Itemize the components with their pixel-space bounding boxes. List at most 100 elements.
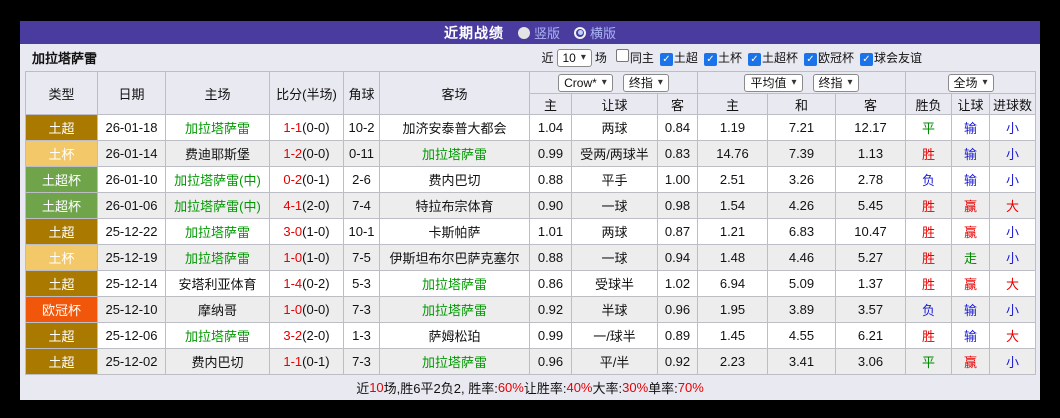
checkbox-icon[interactable]: ✓ — [747, 53, 761, 66]
home-team-link[interactable]: 加拉塔萨雷(中) — [165, 192, 270, 219]
away-team-link[interactable]: 费内巴切 — [379, 166, 530, 193]
checkbox-label: 欧冠杯 — [817, 51, 854, 65]
corner-cell: 7-4 — [343, 192, 380, 219]
away-team-link[interactable]: 特拉布宗体育 — [379, 192, 530, 219]
results-tbody: 土超 26-01-18 加拉塔萨雷 1-1(0-0) 10-2 加济安泰普大都会… — [25, 114, 1037, 375]
away-team-link[interactable]: 伊斯坦布尔巴萨克塞尔 — [379, 244, 530, 271]
date-cell: 25-12-19 — [97, 244, 166, 271]
summary-stat-value: 70% — [677, 380, 704, 395]
col-header-date: 日期 — [97, 71, 166, 115]
goals-result-cell: 小 — [989, 140, 1037, 167]
home-team-link[interactable]: 加拉塔萨雷 — [165, 244, 270, 271]
away-team-link[interactable]: 萨姆松珀 — [379, 322, 530, 349]
table-row: 欧冠杯 25-12-10 摩纳哥 1-0(0-0) 7-3 加拉塔萨雷 0.92… — [25, 296, 1037, 323]
handicap-result-cell: 走 — [951, 244, 991, 271]
corner-cell: 5-3 — [343, 270, 380, 297]
checkbox-icon[interactable]: ✓ — [803, 53, 817, 66]
checkbox-icon[interactable]: ✓ — [659, 53, 673, 66]
fulltime-score: 3-2 — [283, 328, 303, 343]
col-header-asia-home: 主 — [529, 93, 572, 115]
away-team-link[interactable]: 加拉塔萨雷 — [379, 270, 530, 297]
home-team-link[interactable]: 加拉塔萨雷(中) — [165, 166, 270, 193]
scope-select[interactable]: 全场 ▾ — [947, 73, 994, 92]
fulltime-score: 1-4 — [283, 276, 303, 291]
chevron-down-icon: ▾ — [982, 76, 988, 88]
halftime-score: (0-0) — [302, 302, 330, 317]
away-team-link[interactable]: 加济安泰普大都会 — [379, 114, 530, 141]
date-cell: 26-01-06 — [97, 192, 166, 219]
summary-text: 让胜率: — [523, 381, 567, 396]
recent-count-select[interactable]: 10 ▾ — [556, 48, 592, 67]
home-team-link[interactable]: 费迪耶斯堡 — [165, 140, 270, 167]
home-team-link[interactable]: 摩纳哥 — [165, 296, 270, 323]
col-header-handicap-result: 让球 — [951, 93, 991, 115]
away-team-link[interactable]: 加拉塔萨雷 — [379, 296, 530, 323]
europe-odds-source-select[interactable]: 平均值 ▾ — [744, 73, 803, 92]
asia-home-odds: 0.88 — [529, 244, 572, 271]
europe-draw-odds: 7.21 — [767, 114, 836, 141]
handicap-result-cell: 赢 — [951, 348, 991, 375]
asia-handicap: 受球半 — [571, 270, 658, 297]
competition-badge: 土超 — [25, 270, 98, 297]
asia-handicap: 两球 — [571, 218, 658, 245]
asia-odds-source-select[interactable]: Crow* ▾ — [558, 73, 613, 92]
result-cell: 负 — [905, 166, 953, 193]
away-team-link[interactable]: 加拉塔萨雷 — [379, 140, 530, 167]
handicap-result-cell: 输 — [951, 140, 991, 167]
competition-badge: 土杯 — [25, 244, 98, 271]
table-row: 土杯 26-01-14 费迪耶斯堡 1-2(0-0) 0-11 加拉塔萨雷 0.… — [25, 140, 1037, 167]
halftime-score: (0-0) — [302, 146, 330, 161]
fulltime-score: 1-2 — [283, 146, 303, 161]
europe-draw-odds: 3.41 — [767, 348, 836, 375]
home-team-link[interactable]: 加拉塔萨雷 — [165, 218, 270, 245]
corner-cell: 1-3 — [343, 322, 380, 349]
checkbox-icon[interactable] — [615, 49, 629, 62]
radio-icon — [574, 26, 586, 39]
home-team-link[interactable]: 加拉塔萨雷 — [165, 114, 270, 141]
summary-stat-value: 10 — [369, 380, 384, 395]
chevron-down-icon: ▾ — [601, 76, 607, 88]
fulltime-score: 1-1 — [283, 120, 303, 135]
asia-home-odds: 0.86 — [529, 270, 572, 297]
europe-home-odds: 1.54 — [697, 192, 768, 219]
europe-odds-index-select[interactable]: 终指 ▾ — [812, 73, 859, 92]
table-row: 土超 25-12-06 加拉塔萨雷 3-2(2-0) 1-3 萨姆松珀 0.99… — [25, 322, 1037, 349]
fulltime-score: 1-0 — [283, 302, 303, 317]
home-team-link[interactable]: 费内巴切 — [165, 348, 270, 375]
score-cell: 1-2(0-0) — [269, 140, 344, 167]
checkbox-label: 土超 — [673, 51, 698, 65]
view-mode-radio[interactable]: 横版 — [574, 23, 616, 42]
checkbox-icon[interactable]: ✓ — [703, 53, 717, 66]
handicap-result-cell: 输 — [951, 296, 991, 323]
home-team-link[interactable]: 加拉塔萨雷 — [165, 322, 270, 349]
date-cell: 26-01-14 — [97, 140, 166, 167]
competition-badge: 土超 — [25, 348, 98, 375]
corner-cell: 2-6 — [343, 166, 380, 193]
checkbox-icon[interactable]: ✓ — [859, 53, 873, 66]
halftime-score: (1-0) — [302, 250, 330, 265]
asia-home-odds: 0.99 — [529, 140, 572, 167]
europe-away-odds: 1.37 — [834, 270, 907, 297]
away-team-link[interactable]: 加拉塔萨雷 — [379, 348, 530, 375]
asia-away-odds: 1.02 — [657, 270, 698, 297]
result-cell: 胜 — [905, 270, 953, 297]
away-team-link[interactable]: 卡斯帕萨 — [379, 218, 530, 245]
handicap-result-cell: 赢 — [951, 192, 991, 219]
chevron-down-icon: ▾ — [657, 76, 663, 88]
asia-handicap: 两球 — [571, 114, 658, 141]
home-team-link[interactable]: 安塔利亚体育 — [165, 270, 270, 297]
competition-badge: 土杯 — [25, 140, 98, 167]
europe-home-odds: 1.21 — [697, 218, 768, 245]
fulltime-score: 4-1 — [283, 198, 303, 213]
view-mode-radio[interactable]: 竖版 — [517, 23, 560, 42]
asia-away-odds: 0.96 — [657, 296, 698, 323]
col-header-asia-away: 客 — [657, 93, 698, 115]
asia-odds-index-select[interactable]: 终指 ▾ — [622, 73, 669, 92]
summary-stat-value: 60% — [497, 380, 524, 395]
col-header-home: 主场 — [165, 71, 270, 115]
score-cell: 1-4(0-2) — [269, 270, 344, 297]
col-header-goals: 进球数 — [989, 93, 1037, 115]
asia-handicap: 一球 — [571, 192, 658, 219]
score-cell: 1-0(1-0) — [269, 244, 344, 271]
col-header-europe-away: 客 — [834, 93, 907, 115]
